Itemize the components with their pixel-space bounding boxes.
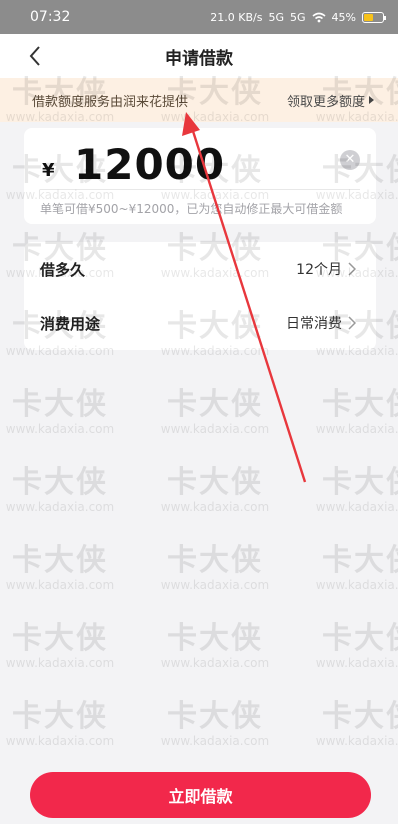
watermark: 卡大侠www.kadaxia.com	[305, 621, 398, 671]
watermark-url: www.kadaxia.com	[160, 422, 270, 436]
chevron-right-icon	[348, 316, 360, 330]
watermark-title: 卡大侠	[322, 465, 398, 500]
watermark-title: 卡大侠	[167, 387, 263, 422]
loan-term-label: 借多久	[40, 260, 86, 279]
watermark-url: www.kadaxia.com	[315, 500, 398, 514]
signal-label-2: 5G	[290, 10, 306, 24]
loan-term-value-group: 12个月	[296, 259, 360, 279]
status-bar: 07:32 21.0 KB/s 5G 5G 45%	[0, 0, 398, 34]
watermark: 卡大侠www.kadaxia.com	[305, 387, 398, 437]
watermark: 卡大侠www.kadaxia.com	[0, 621, 125, 671]
page-title: 申请借款	[165, 48, 233, 69]
watermark-title: 卡大侠	[12, 387, 108, 422]
watermark-url: www.kadaxia.com	[160, 500, 270, 514]
watermark-title: 卡大侠	[167, 699, 263, 734]
more-credit-link[interactable]: 领取更多额度	[287, 91, 374, 110]
chevron-right-icon	[348, 262, 360, 276]
amount-input[interactable]: 12000	[74, 140, 225, 189]
notice-text: 借款额度服务由润来花提供	[32, 94, 189, 110]
watermark-url: www.kadaxia.com	[160, 656, 270, 670]
watermark: 卡大侠www.kadaxia.com	[150, 465, 280, 515]
loan-purpose-value: 日常消费	[286, 316, 342, 332]
caret-right-icon	[369, 96, 374, 104]
submit-loan-button[interactable]: 立即借款	[30, 772, 371, 818]
nav-bar: 申请借款	[0, 34, 398, 78]
amount-card: ¥ 12000 ✕ 单笔可借¥500~¥12000，已为您自动修正最大可借金额	[24, 128, 376, 224]
watermark-url: www.kadaxia.com	[5, 422, 115, 436]
amount-hint: 单笔可借¥500~¥12000，已为您自动修正最大可借金额	[40, 202, 343, 216]
loan-term-row[interactable]: 借多久 12个月	[40, 242, 360, 296]
watermark-title: 卡大侠	[12, 543, 108, 578]
currency-symbol: ¥	[42, 160, 55, 181]
watermark-url: www.kadaxia.com	[5, 656, 115, 670]
amount-input-row[interactable]: ¥ 12000 ✕	[40, 138, 360, 190]
watermark-url: www.kadaxia.com	[160, 734, 270, 748]
annotation-arrow	[182, 112, 307, 483]
options-card: 借多久 12个月 消费用途 日常消费	[24, 242, 376, 350]
status-indicators: 21.0 KB/s 5G 5G 45%	[210, 10, 386, 24]
watermark: 卡大侠www.kadaxia.com	[150, 621, 280, 671]
status-time: 07:32	[30, 9, 71, 25]
watermark: 卡大侠www.kadaxia.com	[0, 387, 125, 437]
watermark-url: www.kadaxia.com	[5, 500, 115, 514]
watermark: 卡大侠www.kadaxia.com	[305, 699, 398, 749]
watermark: 卡大侠www.kadaxia.com	[0, 543, 125, 593]
watermark-title: 卡大侠	[322, 621, 398, 656]
watermark: 卡大侠www.kadaxia.com	[0, 465, 125, 515]
battery-icon	[362, 11, 386, 23]
watermark-url: www.kadaxia.com	[5, 578, 115, 592]
watermark-title: 卡大侠	[322, 387, 398, 422]
loan-purpose-value-group: 日常消费	[286, 313, 360, 333]
signal-label-1: 5G	[268, 10, 285, 24]
watermark-title: 卡大侠	[167, 621, 263, 656]
watermark-url: www.kadaxia.com	[315, 734, 398, 748]
watermark: 卡大侠www.kadaxia.com	[0, 699, 125, 749]
watermark: 卡大侠www.kadaxia.com	[150, 699, 280, 749]
wifi-icon	[312, 12, 326, 22]
watermark-title: 卡大侠	[167, 465, 263, 500]
watermark-title: 卡大侠	[322, 543, 398, 578]
watermark: 卡大侠www.kadaxia.com	[305, 465, 398, 515]
watermark-url: www.kadaxia.com	[315, 656, 398, 670]
watermark: 卡大侠www.kadaxia.com	[305, 543, 398, 593]
watermark-url: www.kadaxia.com	[160, 578, 270, 592]
battery-percent: 45%	[331, 10, 356, 24]
notice-bar: 借款额度服务由润来花提供 领取更多额度	[0, 78, 398, 122]
watermark: 卡大侠www.kadaxia.com	[150, 387, 280, 437]
loan-purpose-row[interactable]: 消费用途 日常消费	[40, 296, 360, 350]
watermark-url: www.kadaxia.com	[5, 734, 115, 748]
chevron-left-icon[interactable]	[24, 44, 46, 68]
loan-term-value: 12个月	[296, 262, 342, 278]
watermark-title: 卡大侠	[12, 699, 108, 734]
watermark-url: www.kadaxia.com	[315, 578, 398, 592]
watermark-title: 卡大侠	[12, 621, 108, 656]
clear-icon[interactable]: ✕	[340, 150, 360, 170]
watermark-title: 卡大侠	[167, 543, 263, 578]
network-speed: 21.0 KB/s	[210, 10, 263, 24]
loan-purpose-label: 消费用途	[40, 314, 101, 333]
watermark-title: 卡大侠	[322, 699, 398, 734]
more-credit-label: 领取更多额度	[286, 94, 365, 110]
watermark: 卡大侠www.kadaxia.com	[150, 543, 280, 593]
watermark-title: 卡大侠	[12, 465, 108, 500]
watermark-url: www.kadaxia.com	[315, 422, 398, 436]
